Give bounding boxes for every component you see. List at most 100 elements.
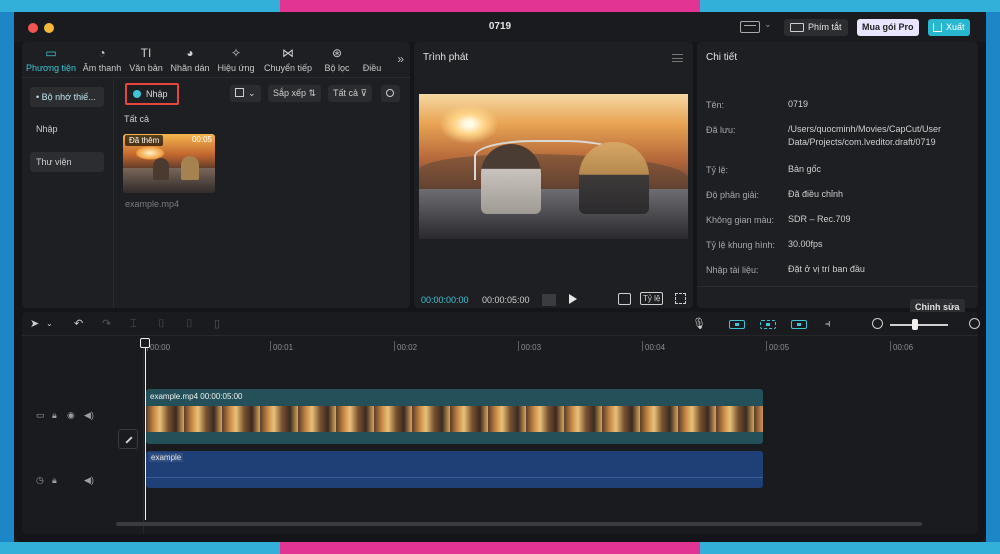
volume-icon[interactable]: ◀) [84, 410, 94, 421]
detail-value: 0719 [788, 99, 809, 109]
detail-label: Đã lưu: [706, 125, 736, 135]
playhead-handle[interactable] [140, 338, 150, 348]
shortcuts-label: Phím tắt [808, 22, 842, 32]
app-window: 0719 ⌄ Phím tắt Mua gói Pro Xuất ▭ Phươn… [14, 12, 986, 542]
zoom-in-icon[interactable] [969, 318, 980, 329]
video-person [579, 142, 649, 214]
detail-value: SDR – Rec.709 [788, 214, 851, 224]
clip-duration: 00:05 [191, 135, 212, 144]
view-mode-button[interactable]: ⌄ [230, 85, 261, 102]
tab-label: Âm thanh [82, 63, 122, 73]
tab-adjust[interactable]: Điều [360, 46, 384, 73]
layout-icon[interactable] [740, 21, 760, 33]
player-panel: Trình phát 00:00:00:00 00:00:05:00 Tỷ lệ [414, 42, 693, 308]
audio-clip-label: example [149, 453, 184, 462]
search-button[interactable] [381, 85, 400, 102]
tab-transitions[interactable]: ⋈ Chuyển tiếp [260, 46, 316, 73]
frame-bottom [0, 542, 1000, 554]
detail-label: Tên: [706, 100, 725, 110]
menu-icon[interactable] [672, 54, 683, 62]
export-icon [933, 23, 942, 32]
select-tool-icon[interactable]: ➤ [30, 318, 39, 330]
import-button[interactable]: Nhập [125, 83, 179, 105]
media-tabs: ▭ Phương tiện ◔ Âm thanh TI Văn bản ◕ Nh… [22, 42, 410, 78]
video-clip[interactable]: example.mp4 00:00:05:00 [146, 389, 763, 444]
preview-axis-icon[interactable]: ⫞ [825, 318, 831, 330]
tab-label: Bộ lọc [324, 63, 350, 73]
sidebar-item-cache[interactable]: • Bộ nhớ thiế... [30, 87, 104, 107]
redo-icon[interactable]: ↷ [102, 318, 111, 330]
tab-media[interactable]: ▭ Phương tiện [24, 46, 78, 73]
screenshot-icon[interactable] [618, 293, 631, 305]
zoom-slider[interactable] [890, 324, 948, 326]
playhead[interactable] [145, 348, 146, 520]
export-button[interactable]: Xuất [928, 19, 970, 36]
detail-label: Tỷ lệ khung hình: [706, 240, 776, 250]
more-tabs-icon[interactable]: » [397, 52, 404, 66]
tab-stickers[interactable]: ◕ Nhãn dán [168, 46, 212, 73]
auto-snap-icon[interactable] [760, 320, 776, 329]
shortcuts-button[interactable]: Phím tắt [784, 19, 848, 36]
frame-top [0, 0, 1000, 12]
ruler-tick: 00:00 [146, 341, 171, 352]
undo-icon[interactable]: ↶ [74, 318, 83, 330]
sidebar-item-import[interactable]: Nhập [30, 119, 104, 139]
buy-pro-button[interactable]: Mua gói Pro [857, 19, 919, 36]
detail-value: /Users/quocminh/Movies/CapCut/User Data/… [788, 124, 942, 147]
audio-waveform-line [146, 477, 763, 478]
lock-icon[interactable]: 🔒︎ [52, 410, 57, 421]
sort-button[interactable]: Sắp xếp ⇅ [268, 85, 322, 102]
grid-icon[interactable] [542, 294, 556, 306]
microphone-icon[interactable]: 🎙︎ [692, 318, 706, 330]
time-ruler[interactable]: 00:00 00:01 00:02 00:03 00:04 00:05 00:0… [145, 337, 978, 357]
thumbnail-car [123, 168, 215, 193]
filter-label: Tất cả [333, 88, 359, 98]
funnel-icon: ⊽ [360, 88, 368, 98]
grid-icon [235, 88, 244, 97]
detail-label: Tỷ lệ: [706, 165, 729, 175]
play-icon[interactable] [569, 294, 577, 304]
tab-label: Chuyển tiếp [263, 63, 313, 73]
search-icon [386, 89, 394, 97]
filter-button[interactable]: Tất cả ⊽ [328, 85, 373, 102]
trim-left-icon[interactable]: ⌷ [158, 318, 165, 330]
ruler-tick: 00:02 [393, 341, 418, 352]
total-timecode: 00:00:05:00 [482, 295, 530, 305]
chevron-down-icon[interactable]: ⌄ [764, 19, 772, 30]
sidebar-item-library[interactable]: Thư viện [30, 152, 104, 172]
zoom-out-icon[interactable] [872, 318, 883, 329]
audio-clip[interactable]: example [146, 451, 763, 488]
tab-label: Nhãn dán [170, 63, 210, 73]
main-track-magnet-icon[interactable] [729, 320, 745, 329]
video-sun [439, 104, 499, 144]
timeline-scrollbar[interactable] [116, 522, 922, 526]
tab-audio[interactable]: ◔ Âm thanh [80, 46, 124, 73]
frame-left [0, 12, 14, 542]
media-sidebar: • Bộ nhớ thiế... Nhập Thư viện [22, 79, 114, 308]
tab-text[interactable]: TI Văn bản [126, 46, 166, 73]
sort-icon: ⇅ [308, 88, 317, 98]
chevron-down-icon[interactable]: ⌄ [46, 318, 53, 330]
title-bar: 0719 ⌄ Phím tắt Mua gói Pro Xuất [14, 12, 986, 42]
trim-right-icon[interactable]: ⌷ [186, 318, 193, 330]
delete-icon[interactable]: ▯ [214, 318, 220, 330]
volume-icon[interactable]: ◀) [84, 475, 94, 486]
zoom-slider-handle[interactable] [912, 319, 918, 330]
visibility-icon[interactable]: ◉ [67, 410, 75, 421]
text-icon: TI [140, 46, 152, 60]
track-headers: ▭ 🔒︎ ◉ ◀) ◷ 🔒︎ ◀) [22, 337, 144, 534]
tab-filters[interactable]: ⊛ Bộ lọc [320, 46, 354, 73]
video-preview[interactable] [419, 94, 688, 239]
ruler-tick: 00:05 [765, 341, 790, 352]
split-icon[interactable]: ⌶ [130, 318, 137, 330]
ratio-button[interactable]: Tỷ lệ [640, 292, 664, 305]
transition-icon: ⋈ [282, 46, 294, 60]
media-clip-thumbnail[interactable]: Đã thêm 00:05 [123, 134, 215, 193]
edit-cover-icon[interactable] [118, 429, 138, 449]
import-icon [133, 90, 141, 98]
linkage-icon[interactable] [791, 320, 807, 329]
fullscreen-icon[interactable] [675, 293, 686, 304]
lock-icon[interactable]: 🔒︎ [52, 475, 57, 486]
sticker-icon: ◕ [186, 46, 194, 60]
tab-effects[interactable]: ✧ Hiệu ứng [214, 46, 258, 73]
